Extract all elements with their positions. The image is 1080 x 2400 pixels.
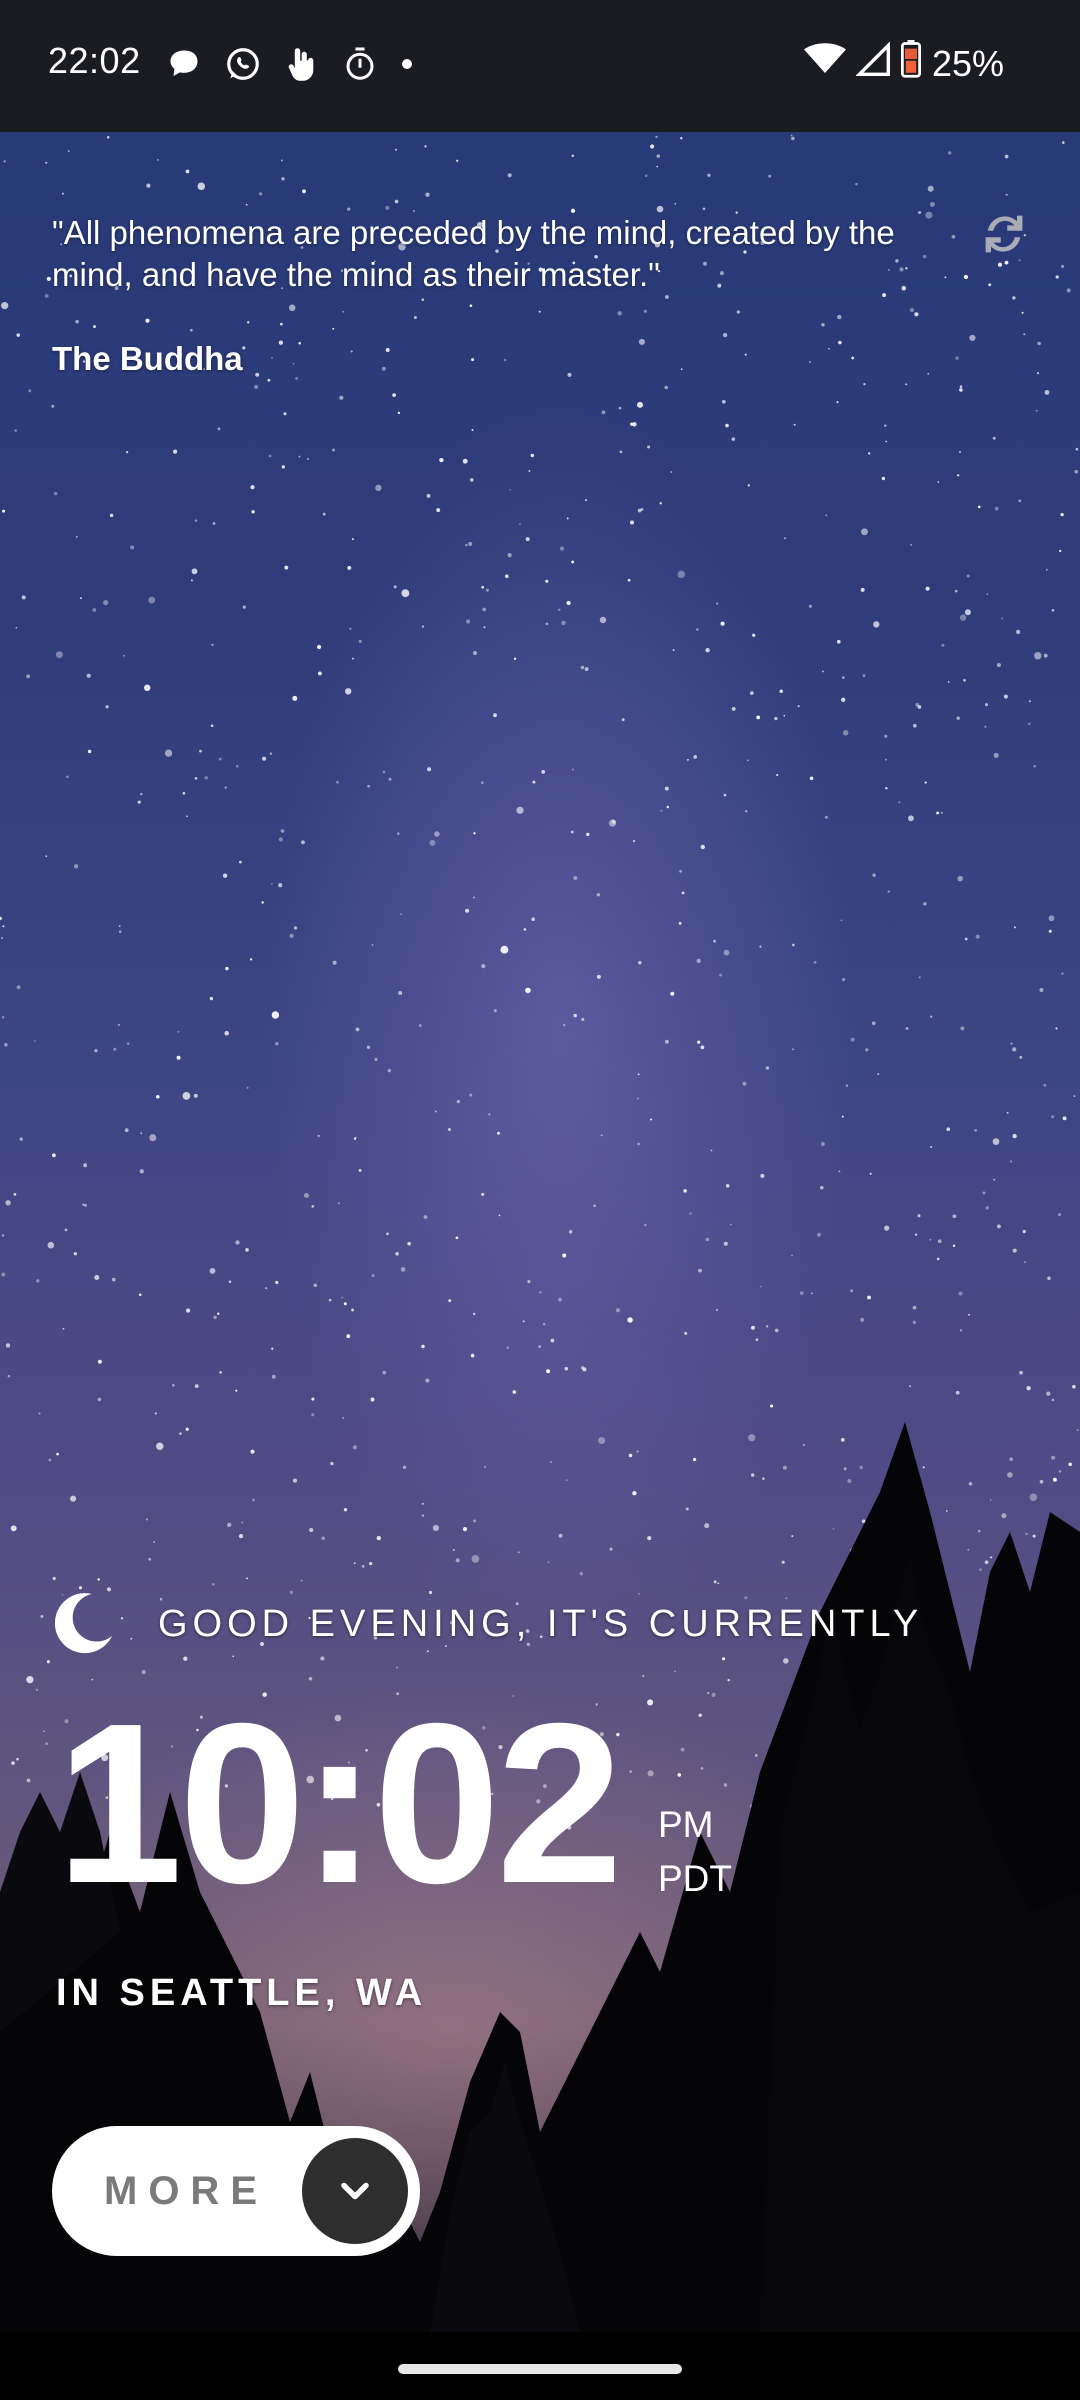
touch-hand-icon	[284, 44, 320, 84]
refresh-icon[interactable]	[978, 208, 1030, 260]
battery-icon	[900, 40, 922, 87]
clock-meridiem-timezone: PM PDT	[658, 1798, 732, 1906]
status-bar: 22:02 25%	[0, 0, 1080, 132]
dot-icon	[400, 57, 414, 71]
home-indicator[interactable]	[398, 2364, 682, 2374]
notification-icons	[166, 44, 414, 84]
battery-percent: 25%	[931, 42, 1004, 84]
status-time: 22:02	[48, 40, 141, 81]
clock-meridiem: PM	[658, 1804, 714, 1845]
quote-text: "All phenomena are preceded by the mind,…	[52, 214, 895, 293]
chevron-down-icon[interactable]	[302, 2138, 408, 2244]
system-status: 25%	[803, 40, 1004, 87]
more-button-label: MORE	[104, 2168, 268, 2213]
more-button[interactable]: MORE	[52, 2126, 420, 2256]
wifi-icon	[803, 42, 846, 85]
greeting-text: GOOD EVENING, IT'S CURRENTLY	[158, 1602, 924, 1645]
moon-icon	[52, 1590, 116, 1659]
cell-signal-icon	[855, 41, 890, 85]
clock-timezone: PDT	[658, 1858, 732, 1899]
quote-author: The Buddha	[52, 340, 243, 377]
greeting-row: GOOD EVENING, IT'S CURRENTLY	[52, 1592, 923, 1656]
chat-bubble-icon	[166, 46, 202, 82]
clock-time: 10:02	[56, 1677, 623, 1931]
screen: 22:02 25% "All phenomena are preceded by…	[0, 0, 1080, 2400]
timer-icon	[342, 45, 378, 83]
location-text: IN SEATTLE, WA	[56, 1972, 428, 2014]
whatsapp-icon	[224, 45, 262, 83]
